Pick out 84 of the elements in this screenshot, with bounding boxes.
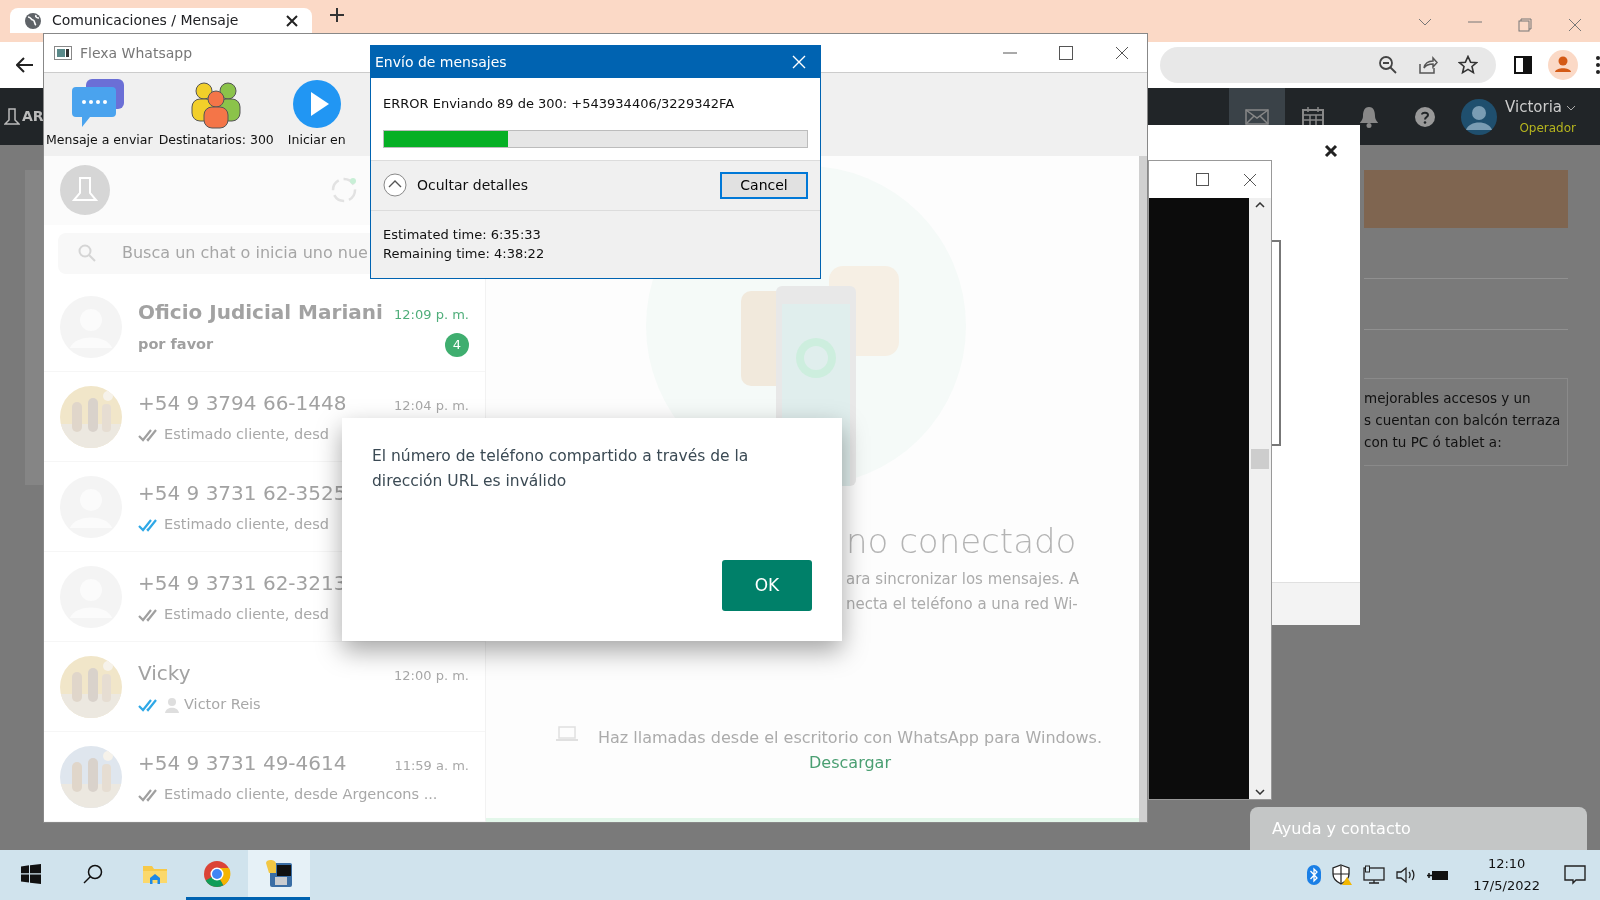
status-text: ERROR Enviando 89 de 300: +543934406/3229342FA [383, 95, 736, 113]
toolbar-button[interactable]: Iniciar en [287, 79, 346, 150]
last-message: Estimado cliente, desde Argencons ... [164, 784, 438, 804]
windows-logo-icon [21, 863, 41, 884]
address-bar[interactable] [1160, 47, 1496, 83]
new-tab-icon[interactable] [330, 8, 344, 22]
mail-icon [1245, 108, 1270, 125]
menu-icon[interactable] [1596, 56, 1600, 74]
security-shield-icon[interactable] [1331, 864, 1354, 886]
contact-name: Vicky [138, 659, 191, 687]
bluetooth-icon[interactable] [1307, 865, 1322, 885]
help-icon[interactable] [1414, 105, 1437, 128]
browser-tab[interactable]: Comunicaciones / Mensaje [10, 8, 312, 33]
battery-icon[interactable] [1427, 868, 1450, 882]
chat-time: 12:00 p. m. [394, 666, 469, 685]
close-icon[interactable] [1243, 172, 1257, 187]
clock-date[interactable]: 17/5/2022 [1473, 875, 1540, 897]
app-icon [264, 858, 294, 889]
contact-name: Oficio Judicial Mariani [138, 298, 383, 326]
chat-time: 12:04 p. m. [394, 396, 469, 415]
bell-icon[interactable] [1359, 105, 1380, 128]
info-text: necta el teléfono a una red Wi- [846, 594, 1079, 615]
unread-count: 4 [445, 332, 469, 357]
chevron-up-icon [383, 173, 407, 197]
user-name[interactable]: Victoria [1505, 96, 1562, 119]
info-text: ara sincronizar los mensajes. A [846, 569, 1080, 590]
calendar-icon[interactable] [1302, 105, 1325, 128]
profile-avatar-icon[interactable] [1548, 50, 1578, 80]
logo-text: AR [22, 107, 44, 126]
text-line: mejorables accesos y un [1364, 389, 1532, 408]
cancel-button[interactable]: Cancel [720, 171, 808, 199]
clock-time[interactable]: 12:10 [1473, 853, 1540, 875]
laptop-icon [556, 725, 578, 743]
last-message: por favor [138, 334, 214, 354]
contact-name: +54 9 3731 62-3525 [138, 479, 347, 507]
scroll-down-icon[interactable] [1255, 789, 1265, 795]
close-icon[interactable] [1115, 46, 1129, 60]
scrollbar[interactable] [1139, 156, 1147, 822]
share-icon[interactable] [1418, 55, 1438, 75]
maximize-icon[interactable] [1059, 46, 1073, 60]
scroll-thumb[interactable] [1251, 449, 1269, 469]
estimated-time: Estimated time: 6:35:33 [383, 225, 542, 244]
scroll-up-icon[interactable] [1255, 202, 1265, 208]
maximize-icon[interactable] [1196, 173, 1209, 186]
taskbar-button[interactable] [248, 850, 310, 900]
dialog-title: Envío de mensajes [375, 52, 507, 72]
ok-button[interactable]: OK [722, 560, 812, 611]
last-message: Estimado cliente, desd [164, 604, 329, 624]
tab-title: Comunicaciones / Mensaje [52, 11, 239, 30]
remaining-time: Remaining time: 4:38:22 [383, 244, 546, 263]
close-icon[interactable] [286, 14, 298, 27]
contact-name: +54 9 3794 66-1448 [138, 389, 347, 417]
network-icon[interactable] [1363, 865, 1386, 885]
user-avatar-icon[interactable] [1461, 98, 1498, 135]
search-icon [78, 244, 96, 263]
text-line: s cuentan con balcón terraza [1364, 411, 1561, 430]
logo-icon [4, 107, 20, 126]
last-message: Estimado cliente, desd [164, 424, 329, 444]
text-line: con tu PC ó tablet a: [1364, 433, 1503, 452]
user-role: Operador [1519, 119, 1576, 137]
notification-icon[interactable] [1564, 865, 1586, 885]
details-toggle[interactable]: Ocultar detalles [383, 173, 528, 197]
search-icon [83, 863, 103, 884]
window-title: Flexa Whatsapp [80, 43, 193, 63]
people-icon [190, 79, 243, 130]
toolbar-button[interactable]: Mensaje a enviar [46, 77, 153, 150]
back-arrow-icon[interactable] [16, 57, 34, 73]
promo-text: Haz llamadas desde el escritorio con WhatsApp para Windows. [598, 727, 1102, 749]
chevron-down-icon[interactable] [1418, 18, 1432, 26]
chevron-down-icon[interactable] [1566, 104, 1576, 111]
globe-icon [24, 11, 42, 30]
app-icon [54, 46, 72, 60]
contact-name: +54 9 3731 49-4614 [138, 749, 347, 777]
chrome-icon [203, 859, 231, 888]
star-icon[interactable] [1458, 55, 1478, 75]
toolbar-button[interactable]: Destinatarios: 300 [158, 79, 274, 150]
play-icon [291, 79, 342, 130]
status-title: no conectado [846, 520, 1077, 563]
last-message: Estimado cliente, desd [164, 514, 329, 534]
zoom-out-icon[interactable] [1378, 55, 1398, 75]
chat-time: 12:09 p. m. [394, 305, 469, 324]
side-panel-icon[interactable] [1514, 56, 1532, 74]
chat-time: 11:59 a. m. [394, 756, 469, 775]
last-message: Victor Reis [184, 694, 261, 714]
